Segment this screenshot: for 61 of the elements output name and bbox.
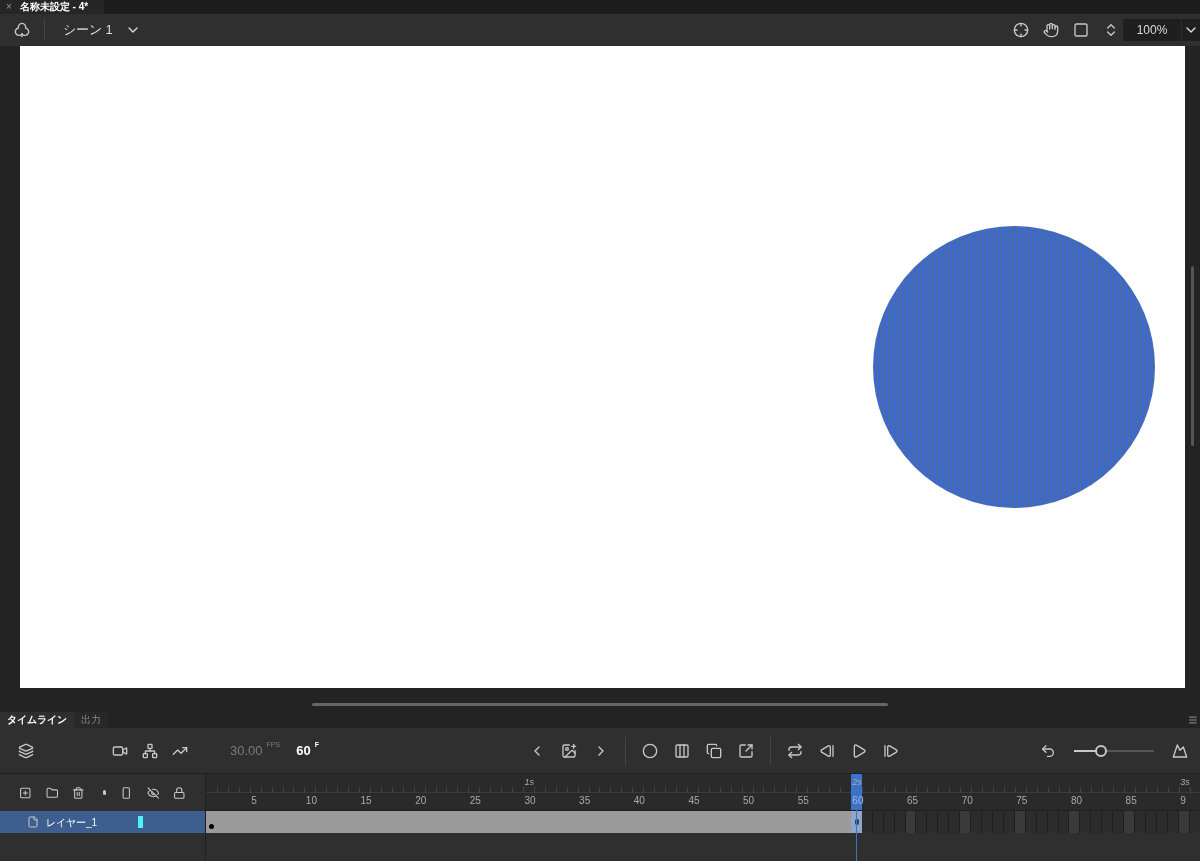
frame-number: 30: [524, 796, 536, 806]
frame-cell[interactable]: [906, 811, 916, 833]
frame-cell[interactable]: [1015, 811, 1026, 833]
frame-cell[interactable]: [1179, 811, 1190, 833]
scene-dropdown[interactable]: シーン 1: [63, 20, 141, 40]
frame-number: 9: [1180, 796, 1186, 806]
frame-number: 15: [360, 796, 372, 806]
hand-icon[interactable]: [1043, 22, 1059, 38]
frame-cell[interactable]: [1124, 811, 1135, 833]
vertical-scrollbar[interactable]: [1191, 266, 1194, 446]
loop-icon[interactable]: [786, 742, 803, 759]
document-tab[interactable]: × 名称未設定 - 4*: [0, 0, 104, 14]
panel-tab[interactable]: 出力: [74, 712, 108, 728]
seconds-label: 2s: [852, 776, 862, 789]
frame-cell[interactable]: [960, 811, 971, 833]
close-tab-button[interactable]: ×: [6, 2, 12, 12]
frame-number: 75: [1016, 796, 1028, 806]
undo-icon[interactable]: [1040, 742, 1056, 759]
lock-icon[interactable]: [173, 784, 186, 801]
document-title: 名称未設定 - 4*: [19, 2, 89, 12]
frame-number: 55: [797, 796, 809, 806]
layer-row[interactable]: レイヤー_1: [0, 811, 206, 833]
outline-icon[interactable]: [120, 784, 133, 801]
seconds-label: 1s: [524, 776, 534, 789]
circle-shape[interactable]: [872, 225, 1156, 509]
step-back-icon[interactable]: [818, 742, 835, 759]
layer-icon: [27, 816, 39, 828]
frame-number: 65: [907, 796, 919, 806]
current-keyframe[interactable]: [851, 811, 862, 833]
frame-cell[interactable]: [1069, 811, 1080, 833]
frame-number: 10: [305, 796, 317, 806]
frame-number: 80: [1070, 796, 1083, 806]
club-icon[interactable]: [14, 22, 30, 38]
frame-number: 45: [688, 796, 700, 806]
zoom-dropdown-button[interactable]: [1182, 19, 1200, 41]
frame-number: 35: [579, 796, 591, 806]
hierarchy-icon[interactable]: [142, 742, 158, 759]
square-icon[interactable]: [1073, 22, 1089, 38]
frame-number: 25: [469, 796, 481, 806]
menu-icon[interactable]: [1188, 715, 1198, 725]
zoom-slider-thumb[interactable]: [1095, 744, 1108, 757]
frame-number: 5: [251, 796, 257, 806]
layer-color-swatch[interactable]: [138, 816, 144, 828]
eye-off-icon[interactable]: [146, 784, 160, 801]
seconds-label: 3s: [1180, 776, 1190, 789]
playhead-line: [856, 810, 858, 861]
mountains-icon[interactable]: [1172, 742, 1188, 759]
frame-number: 50: [743, 796, 755, 806]
zoom-field[interactable]: 100%: [1123, 19, 1181, 41]
crosshair-icon[interactable]: [1013, 22, 1029, 38]
layers-icon[interactable]: [18, 742, 34, 759]
frame-number: 20: [415, 796, 427, 806]
frame-number: 85: [1125, 796, 1137, 806]
frame-number: 70: [961, 796, 973, 806]
step-forward-icon[interactable]: [882, 742, 899, 759]
frame-number: 40: [633, 796, 645, 806]
trash-icon[interactable]: [72, 784, 85, 801]
frame-value[interactable]: 60: [296, 740, 311, 761]
panel-tab[interactable]: タイムライン: [0, 712, 74, 728]
horizontal-scrollbar[interactable]: [312, 703, 888, 706]
layer-name: レイヤー_1: [46, 815, 98, 830]
